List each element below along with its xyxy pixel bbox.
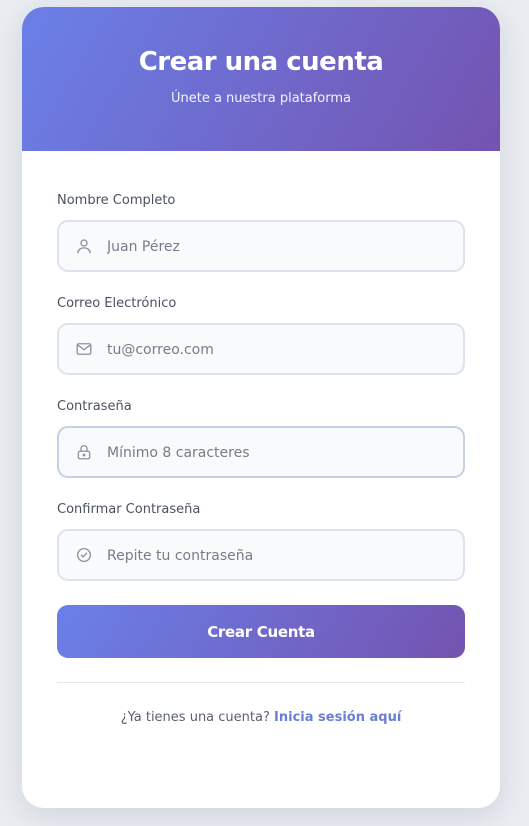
login-link[interactable]: Inicia sesión aquí [274, 710, 401, 725]
full-name-input-wrapper[interactable] [57, 220, 465, 272]
full-name-label: Nombre Completo [57, 193, 176, 208]
email-input-wrapper[interactable] [57, 323, 465, 375]
full-name-input[interactable] [105, 222, 449, 272]
page-subtitle: Únete a nuestra plataforma [170, 91, 352, 106]
login-prompt-text: ¿Ya tienes una cuenta? [120, 710, 270, 725]
confirm-password-label: Confirmar Contraseña [57, 502, 201, 517]
password-input[interactable] [105, 428, 449, 478]
page-title: Crear una cuenta [138, 47, 384, 77]
mail-icon [76, 343, 92, 355]
full-name-field: Nombre Completo [57, 193, 465, 272]
signup-form: Nombre Completo Correo Electrónico Contr [22, 151, 500, 725]
user-icon [77, 239, 91, 254]
signup-card: Crear una cuenta Únete a nuestra platafo… [22, 7, 500, 808]
create-account-button[interactable]: Crear Cuenta [57, 605, 465, 658]
email-label: Correo Electrónico [57, 296, 177, 311]
password-input-wrapper[interactable] [57, 426, 465, 478]
lock-icon [77, 445, 91, 460]
email-input[interactable] [105, 325, 449, 375]
check-circle-icon [76, 547, 92, 563]
divider [57, 682, 465, 683]
password-field: Contraseña [57, 399, 465, 478]
confirm-password-input[interactable] [105, 531, 449, 581]
login-prompt: ¿Ya tienes una cuenta? Inicia sesión aqu… [57, 710, 465, 725]
confirm-password-field: Confirmar Contraseña [57, 502, 465, 581]
confirm-password-input-wrapper[interactable] [57, 529, 465, 581]
password-label: Contraseña [57, 399, 132, 414]
email-field: Correo Electrónico [57, 296, 465, 375]
card-header: Crear una cuenta Únete a nuestra platafo… [22, 7, 500, 151]
